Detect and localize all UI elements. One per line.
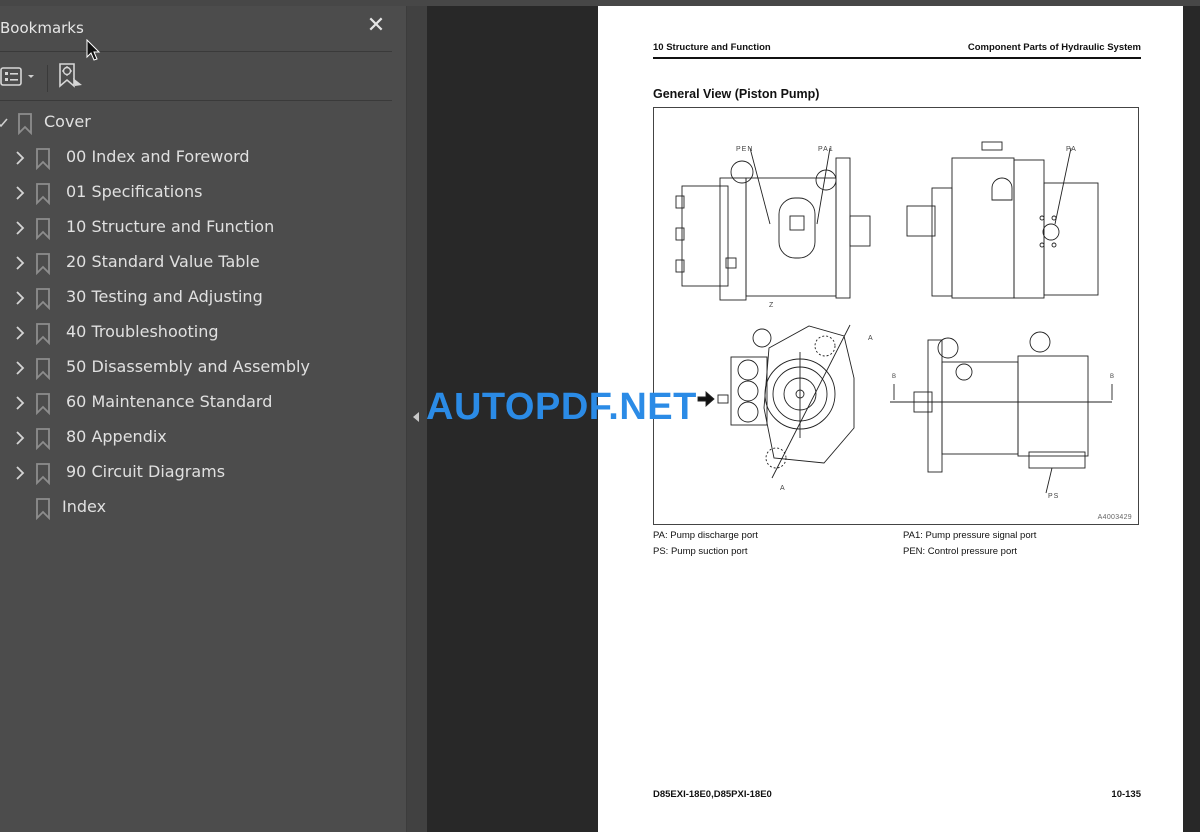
- bookmark-icon: [36, 148, 50, 170]
- chevron-right-icon[interactable]: [14, 465, 26, 481]
- bookmarks-panel: Bookmarks ✕ Cover 00 Index and Foreword …: [0, 6, 406, 832]
- bookmark-label: 10 Structure and Function: [66, 217, 275, 236]
- section-title: General View (Piston Pump): [653, 87, 820, 101]
- page-number: 10-135: [1111, 789, 1141, 800]
- pump-view-top-left: [675, 147, 871, 301]
- bookmark-disassembly-assembly[interactable]: 50 Disassembly and Assembly: [0, 353, 400, 383]
- bookmark-icon: [36, 183, 50, 205]
- bookmark-cover[interactable]: Cover: [0, 108, 400, 138]
- bookmark-troubleshooting[interactable]: 40 Troubleshooting: [0, 318, 400, 348]
- chevron-right-icon[interactable]: [14, 185, 26, 201]
- bookmark-label: 50 Disassembly and Assembly: [66, 357, 310, 376]
- chevron-right-icon[interactable]: [14, 255, 26, 271]
- label-z: Z: [769, 302, 774, 309]
- chevron-right-icon[interactable]: [14, 220, 26, 236]
- bookmark-label: 60 Maintenance Standard: [66, 392, 273, 411]
- pump-drawing: [675, 141, 1113, 494]
- label-b-left: B: [892, 374, 897, 380]
- bookmark-label: 01 Specifications: [66, 182, 203, 201]
- chevron-right-icon[interactable]: [14, 290, 26, 306]
- pump-view-bottom-left: [697, 324, 855, 479]
- bookmark-icon: [36, 323, 50, 345]
- bookmark-icon: [36, 218, 50, 240]
- bookmark-appendix[interactable]: 80 Appendix: [0, 423, 400, 453]
- label-a-top: A: [868, 335, 873, 342]
- label-pa: PA: [1066, 146, 1077, 153]
- bookmark-icon: [36, 393, 50, 415]
- panel-title: Bookmarks: [0, 19, 84, 37]
- piston-pump-figure: PEN PA1 PA Z A A B B PS A4003429: [653, 107, 1139, 525]
- bookmark-icon: [36, 253, 50, 275]
- bookmark-icon: [36, 358, 50, 380]
- bookmark-maintenance-standard[interactable]: 60 Maintenance Standard: [0, 388, 400, 418]
- toolbar-separator: [47, 65, 48, 92]
- legend-pa1: PA1: Pump pressure signal port: [903, 530, 1037, 541]
- find-current-bookmark-icon: [59, 63, 82, 88]
- legend-pen: PEN: Control pressure port: [903, 546, 1018, 557]
- figure-code: A4003429: [1097, 514, 1132, 521]
- bookmark-label: Cover: [44, 112, 91, 131]
- bookmark-icon: [36, 288, 50, 310]
- bookmark-testing-adjusting[interactable]: 30 Testing and Adjusting: [0, 283, 400, 313]
- bookmark-structure-function[interactable]: 10 Structure and Function: [0, 213, 400, 243]
- page-footer-model: D85EXI-18E0,D85PXI-18E0: [653, 789, 772, 800]
- bookmark-label: 90 Circuit Diagrams: [66, 462, 226, 481]
- pump-view-top-right: [906, 141, 1099, 299]
- check-icon[interactable]: [0, 115, 9, 131]
- label-pen: PEN: [736, 146, 754, 153]
- page-header-left: 10 Structure and Function: [653, 42, 771, 53]
- header-rule: [653, 57, 1141, 59]
- collapse-panel-icon[interactable]: [413, 412, 419, 422]
- pdf-page: 10 Structure and Function Component Part…: [598, 6, 1183, 832]
- bookmark-index-foreword[interactable]: 00 Index and Foreword: [0, 143, 400, 173]
- legend-ps: PS: Pump suction port: [653, 546, 748, 557]
- chevron-right-icon[interactable]: [14, 150, 26, 166]
- bookmark-specifications[interactable]: 01 Specifications: [0, 178, 400, 208]
- bookmark-label: 80 Appendix: [66, 427, 167, 446]
- label-a-bottom: A: [780, 485, 785, 492]
- chevron-right-icon[interactable]: [14, 325, 26, 341]
- bookmark-label: Index: [62, 497, 107, 516]
- pump-view-bottom-right: [890, 331, 1113, 494]
- chevron-right-icon[interactable]: [14, 360, 26, 376]
- bookmarks-header: Bookmarks ✕: [0, 6, 392, 52]
- bookmark-label: 20 Standard Value Table: [66, 252, 260, 271]
- chevron-right-icon[interactable]: [14, 430, 26, 446]
- chevron-right-icon[interactable]: [14, 395, 26, 411]
- list-options-icon: [0, 67, 34, 86]
- label-pa1: PA1: [818, 146, 834, 153]
- mouse-cursor-icon: [86, 39, 101, 61]
- bookmark-icon: [36, 428, 50, 450]
- bookmark-icon: [36, 498, 50, 520]
- bookmark-index[interactable]: Index: [0, 493, 400, 523]
- page-header-right: Component Parts of Hydraulic System: [967, 42, 1141, 53]
- bookmark-icon: [36, 463, 50, 485]
- bookmark-circuit-diagrams[interactable]: 90 Circuit Diagrams: [0, 458, 400, 488]
- legend-pa: PA: Pump discharge port: [653, 530, 758, 541]
- label-ps: PS: [1048, 493, 1060, 500]
- bookmark-label: 30 Testing and Adjusting: [66, 287, 263, 306]
- options-dropdown-button[interactable]: [0, 66, 40, 88]
- bookmark-icon: [18, 113, 32, 135]
- bookmark-label: 40 Troubleshooting: [66, 322, 219, 341]
- bookmark-standard-value-table[interactable]: 20 Standard Value Table: [0, 248, 400, 278]
- bookmark-label: 00 Index and Foreword: [66, 147, 250, 166]
- find-current-bookmark-button[interactable]: [58, 62, 84, 90]
- label-b-right: B: [1110, 374, 1115, 380]
- document-scroll-area[interactable]: [1183, 6, 1200, 832]
- bookmarks-toolbar: [0, 52, 392, 101]
- close-icon[interactable]: ✕: [366, 15, 386, 37]
